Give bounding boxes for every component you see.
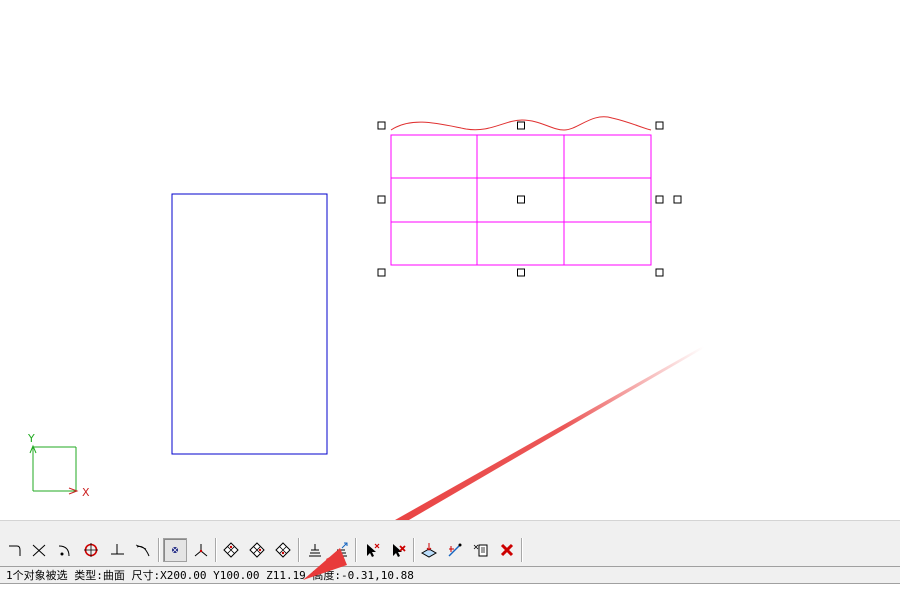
trim-icon — [32, 544, 46, 557]
toolbar-separator — [158, 538, 160, 562]
layer-button[interactable] — [303, 538, 327, 562]
toolbar-separator — [298, 538, 300, 562]
fillet-button[interactable] — [3, 538, 27, 562]
trim-button[interactable] — [27, 538, 51, 562]
selection-handle[interactable] — [517, 195, 525, 204]
axis-icon — [194, 544, 208, 557]
selection-handle[interactable] — [377, 121, 386, 130]
copy-button[interactable] — [469, 538, 493, 562]
tangent-button[interactable] — [131, 538, 155, 562]
selection-handle[interactable] — [655, 195, 664, 204]
select-remove-button[interactable] — [360, 538, 384, 562]
drawing-canvas[interactable]: Y X — [0, 0, 900, 566]
axis-indicator: Y X — [27, 432, 90, 499]
circle-icon — [84, 543, 98, 557]
selection-handle[interactable] — [673, 195, 682, 204]
selection-handles — [377, 121, 682, 277]
select-delete-button[interactable] — [386, 538, 410, 562]
axis-x-label: X — [82, 486, 90, 499]
select-delete-icon — [393, 544, 406, 557]
annotation-arrow-shaft — [326, 346, 704, 566]
surface-edit-icon — [420, 543, 438, 558]
status-text: 1个对象被选 类型:曲面 尺寸:X200.00 Y100.00 Z11.19 高… — [6, 569, 414, 582]
toolbar-separator — [413, 538, 415, 562]
surface-view-3-button[interactable] — [271, 538, 295, 562]
copy-icon — [473, 544, 488, 557]
surface-view-icon — [223, 542, 239, 558]
fillet-icon — [9, 545, 21, 556]
selection-handle[interactable] — [655, 268, 664, 277]
canvas-svg: Y X — [27, 116, 704, 566]
arc-icon — [58, 545, 70, 557]
delete-button[interactable] — [495, 538, 519, 562]
selection-handle[interactable] — [517, 268, 525, 277]
axis-button[interactable] — [189, 538, 213, 562]
rectangle-shape[interactable] — [171, 193, 328, 455]
path-edit-button[interactable] — [443, 538, 467, 562]
surface-view-icon — [275, 542, 291, 558]
circle-button[interactable] — [79, 538, 103, 562]
layer-arrow-button[interactable] — [329, 538, 353, 562]
surface-view-1-button[interactable] — [219, 538, 243, 562]
arc-button[interactable] — [52, 538, 76, 562]
axis-y-label: Y — [27, 432, 35, 445]
perpendicular-icon — [111, 544, 124, 555]
tangent-icon — [135, 544, 150, 557]
selection-handle[interactable] — [655, 121, 664, 130]
delete-icon — [500, 543, 514, 557]
snap-point-button[interactable] — [163, 538, 187, 562]
status-bar: 1个对象被选 类型:曲面 尺寸:X200.00 Y100.00 Z11.19 高… — [0, 566, 900, 584]
selection-handle[interactable] — [517, 121, 525, 130]
snap-point-icon — [172, 547, 178, 553]
drawing-toolbar — [0, 520, 900, 566]
surface-edit-button[interactable] — [417, 538, 441, 562]
surface-view-icon — [249, 542, 265, 558]
perpendicular-button[interactable] — [105, 538, 129, 562]
selection-handle[interactable] — [377, 195, 386, 204]
select-remove-icon — [367, 543, 380, 557]
layer-arrow-icon — [335, 542, 348, 557]
selection-handle[interactable] — [377, 268, 386, 277]
toolbar-separator — [521, 538, 523, 562]
layer-icon — [309, 544, 321, 557]
surface-view-2-button[interactable] — [245, 538, 269, 562]
toolbar-separator — [355, 538, 357, 562]
toolbar-separator — [215, 538, 217, 562]
window-bottom-area — [0, 584, 900, 600]
path-edit-icon — [448, 543, 462, 557]
